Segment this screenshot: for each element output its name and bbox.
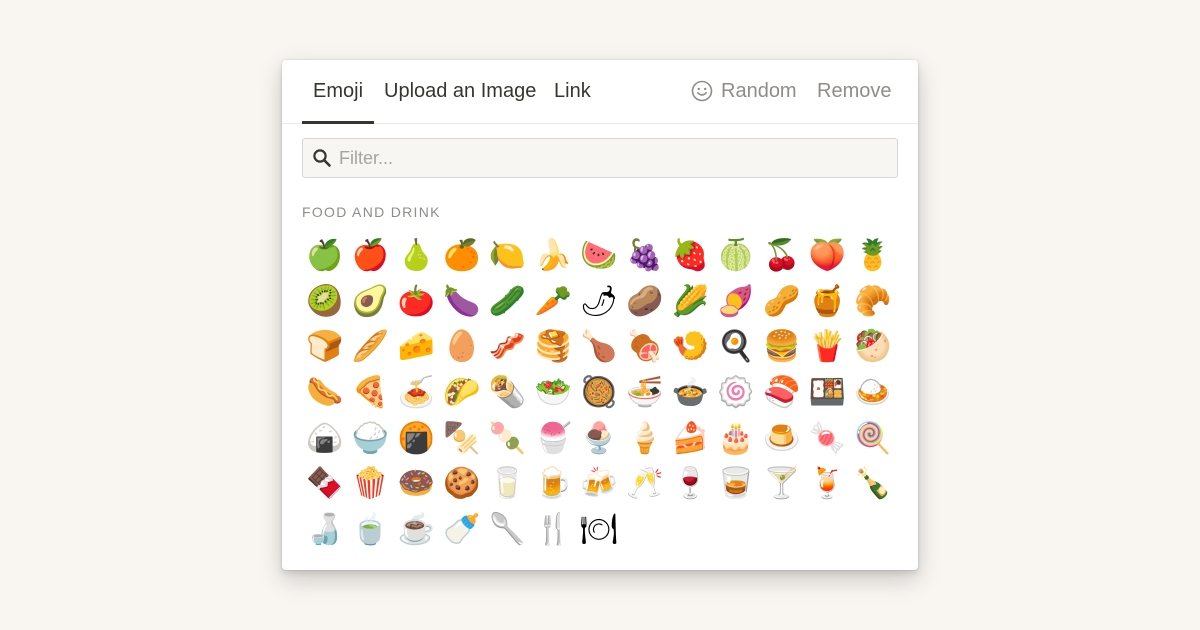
section-title: FOOD AND DRINK xyxy=(302,204,441,220)
filter-box xyxy=(302,138,898,178)
emoji-item[interactable]: 🍑 xyxy=(805,233,851,279)
emoji-item[interactable]: 🥓 xyxy=(485,324,531,370)
emoji-item[interactable]: 🍽 xyxy=(576,507,622,553)
emoji-item[interactable]: 🍪 xyxy=(439,461,485,507)
emoji-item[interactable]: 🍫 xyxy=(302,461,348,507)
emoji-item[interactable]: 🍓 xyxy=(668,233,714,279)
emoji-item[interactable]: 🍾 xyxy=(850,461,896,507)
emoji-item[interactable]: 🍸 xyxy=(759,461,805,507)
emoji-item[interactable]: 🍉 xyxy=(576,233,622,279)
random-button-label: Random xyxy=(721,80,797,102)
smiley-icon xyxy=(691,80,713,102)
emoji-item[interactable]: 🍬 xyxy=(805,416,851,462)
emoji-item[interactable]: 🍵 xyxy=(348,507,394,553)
emoji-item[interactable]: 🎂 xyxy=(713,416,759,462)
emoji-picker-panel: Emoji Upload an Image Link Random Remove… xyxy=(282,60,918,570)
emoji-item[interactable]: 🍹 xyxy=(805,461,851,507)
emoji-item[interactable]: 🌮 xyxy=(439,370,485,416)
emoji-item[interactable]: 🍊 xyxy=(439,233,485,279)
emoji-item[interactable]: 🥖 xyxy=(348,324,394,370)
emoji-item[interactable]: 🍙 xyxy=(302,416,348,462)
emoji-item[interactable]: 🥘 xyxy=(576,370,622,416)
emoji-item[interactable]: 🍘 xyxy=(393,416,439,462)
emoji-item[interactable]: 🍍 xyxy=(850,233,896,279)
emoji-item[interactable]: 🍳 xyxy=(713,324,759,370)
emoji-item[interactable]: 🍝 xyxy=(393,370,439,416)
remove-button[interactable]: Remove xyxy=(817,60,891,123)
tab-bar: Emoji Upload an Image Link Random Remove xyxy=(282,60,918,124)
emoji-item[interactable]: 🥃 xyxy=(713,461,759,507)
emoji-item[interactable]: 🥑 xyxy=(348,279,394,325)
emoji-item[interactable]: 🥙 xyxy=(850,324,896,370)
emoji-item[interactable]: 🍻 xyxy=(576,461,622,507)
emoji-item[interactable]: 🍧 xyxy=(530,416,576,462)
emoji-item[interactable]: 🍗 xyxy=(576,324,622,370)
emoji-item[interactable]: 🍴 xyxy=(530,507,576,553)
emoji-item[interactable]: 🍨 xyxy=(576,416,622,462)
emoji-item[interactable]: 🍢 xyxy=(439,416,485,462)
filter-input[interactable] xyxy=(339,139,889,177)
emoji-item[interactable]: 🥂 xyxy=(622,461,668,507)
emoji-item[interactable]: 🍔 xyxy=(759,324,805,370)
search-icon xyxy=(313,149,331,167)
emoji-item[interactable]: 🍆 xyxy=(439,279,485,325)
emoji-item[interactable]: 🍡 xyxy=(485,416,531,462)
emoji-item[interactable]: 🥔 xyxy=(622,279,668,325)
emoji-item[interactable]: 🍒 xyxy=(759,233,805,279)
emoji-item[interactable]: 🍦 xyxy=(622,416,668,462)
emoji-item[interactable]: 🍟 xyxy=(805,324,851,370)
emoji-item[interactable]: 🍷 xyxy=(668,461,714,507)
tab-emoji[interactable]: Emoji xyxy=(301,60,375,124)
emoji-item[interactable]: 🥞 xyxy=(530,324,576,370)
tab-upload-image[interactable]: Upload an Image xyxy=(384,60,536,123)
emoji-item[interactable]: 🍰 xyxy=(668,416,714,462)
emoji-item[interactable]: 🍤 xyxy=(668,324,714,370)
emoji-item[interactable]: 🍮 xyxy=(759,416,805,462)
emoji-item[interactable]: 🥚 xyxy=(439,324,485,370)
emoji-item[interactable]: 🍯 xyxy=(805,279,851,325)
emoji-item[interactable]: ☕ xyxy=(393,507,439,553)
emoji-item[interactable]: 🍼 xyxy=(439,507,485,553)
emoji-item[interactable]: 🌯 xyxy=(485,370,531,416)
random-button[interactable]: Random xyxy=(691,60,797,123)
emoji-item[interactable]: 🍕 xyxy=(348,370,394,416)
emoji-item[interactable]: 🍛 xyxy=(850,370,896,416)
emoji-item[interactable]: 🍶 xyxy=(302,507,348,553)
emoji-item[interactable]: 🍌 xyxy=(530,233,576,279)
emoji-item[interactable]: 🍭 xyxy=(850,416,896,462)
emoji-item[interactable]: 🍏 xyxy=(302,233,348,279)
emoji-item[interactable]: 🍱 xyxy=(805,370,851,416)
emoji-item[interactable]: 🍜 xyxy=(622,370,668,416)
emoji-item[interactable]: 🍖 xyxy=(622,324,668,370)
emoji-item[interactable]: 🍋 xyxy=(485,233,531,279)
emoji-item[interactable]: 🥜 xyxy=(759,279,805,325)
emoji-item[interactable]: 🍎 xyxy=(348,233,394,279)
emoji-item[interactable]: 🍅 xyxy=(393,279,439,325)
emoji-item[interactable]: 🥒 xyxy=(485,279,531,325)
emoji-item[interactable]: 🍚 xyxy=(348,416,394,462)
emoji-item[interactable]: 🍩 xyxy=(393,461,439,507)
emoji-item[interactable]: 🌽 xyxy=(668,279,714,325)
emoji-grid: 🍏 🍎 🍐 🍊 🍋 🍌 🍉 🍇 🍓 🍈 🍒 🍑 🍍 🥝 🥑 🍅 🍆 🥒 🥕 🌶 🥔 🌽 🍠 🥜 🍯 🥐 🍞 🥖 🧀 🥚 🥓 🥞 🍗 🍖 🍤 🍳 🍔 🍟 🥙 🌭… xyxy=(302,233,902,553)
emoji-item[interactable]: 🥝 xyxy=(302,279,348,325)
emoji-item[interactable]: 🍥 xyxy=(713,370,759,416)
emoji-item[interactable]: 🥄 xyxy=(485,507,531,553)
tab-link[interactable]: Link xyxy=(554,60,591,123)
emoji-item[interactable]: 🍿 xyxy=(348,461,394,507)
emoji-item[interactable]: 🌶 xyxy=(576,279,622,325)
emoji-item[interactable]: 🍺 xyxy=(530,461,576,507)
emoji-item[interactable]: 🍲 xyxy=(668,370,714,416)
emoji-item[interactable]: 🍐 xyxy=(393,233,439,279)
emoji-item[interactable]: 🍇 xyxy=(622,233,668,279)
emoji-item[interactable]: 🍠 xyxy=(713,279,759,325)
emoji-item[interactable]: 🌭 xyxy=(302,370,348,416)
emoji-item[interactable]: 🥛 xyxy=(485,461,531,507)
emoji-item[interactable]: 🥐 xyxy=(850,279,896,325)
emoji-item[interactable]: 🍣 xyxy=(759,370,805,416)
emoji-item[interactable]: 🍞 xyxy=(302,324,348,370)
emoji-item[interactable]: 🧀 xyxy=(393,324,439,370)
emoji-item[interactable]: 🥗 xyxy=(530,370,576,416)
emoji-item[interactable]: 🥕 xyxy=(530,279,576,325)
emoji-item[interactable]: 🍈 xyxy=(713,233,759,279)
